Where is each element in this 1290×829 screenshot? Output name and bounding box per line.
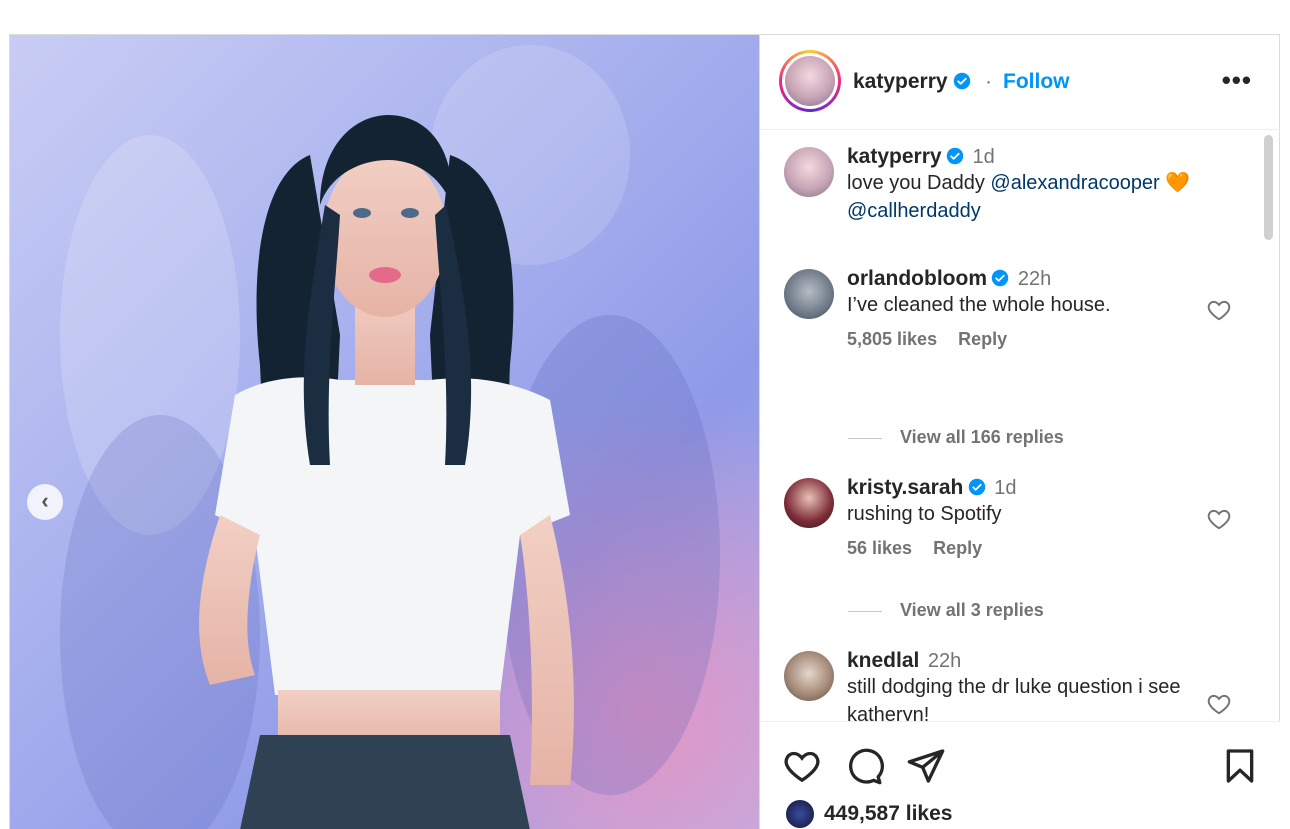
post-frame: ‹ katyperry · Follow ••• katyperry 1d lo…: [9, 34, 1280, 829]
comment-username[interactable]: orlandobloom: [847, 267, 987, 290]
author-username[interactable]: katyperry: [853, 70, 948, 93]
view-replies-button[interactable]: View all 3 replies: [848, 600, 1044, 621]
comments-list[interactable]: katyperry 1d love you Daddy @alexandraco…: [760, 131, 1280, 721]
post-header: katyperry · Follow •••: [760, 35, 1280, 130]
avatar[interactable]: [784, 478, 834, 528]
divider-line: [848, 437, 882, 439]
more-options-icon[interactable]: •••: [1222, 65, 1252, 96]
comment-likes[interactable]: 5,805 likes: [847, 329, 937, 349]
heart-icon[interactable]: [1206, 297, 1232, 323]
previous-slide-button[interactable]: ‹: [27, 484, 63, 520]
comment-likes[interactable]: 56 likes: [847, 538, 912, 558]
likes-count[interactable]: 449,587 likes: [824, 802, 952, 826]
comment-text: still dodging the dr luke question i see…: [847, 676, 1181, 721]
verified-badge-icon: [968, 478, 986, 496]
verified-badge-icon: [992, 269, 1009, 287]
comment-text: I’ve cleaned the whole house.: [847, 294, 1111, 316]
post-sidebar: katyperry · Follow ••• katyperry 1d love…: [759, 35, 1280, 829]
view-replies-button[interactable]: View all 166 replies: [848, 427, 1064, 448]
avatar[interactable]: [784, 651, 834, 701]
view-replies-label[interactable]: View all 166 replies: [900, 427, 1064, 447]
caption-username[interactable]: katyperry: [847, 145, 942, 168]
bookmark-icon[interactable]: [1220, 746, 1260, 786]
comment-username[interactable]: knedlal: [847, 649, 919, 672]
photo-illustration: [10, 35, 759, 829]
follow-button[interactable]: Follow: [1003, 70, 1070, 94]
author-username-link[interactable]: katyperry: [853, 70, 971, 94]
likes-row[interactable]: 449,587 likes: [784, 798, 952, 829]
reply-button[interactable]: Reply: [958, 329, 1007, 349]
mention-link[interactable]: @callherdaddy: [847, 200, 981, 222]
comment-time[interactable]: 22h: [928, 650, 961, 672]
avatar[interactable]: [784, 147, 834, 197]
separator-dot: ·: [985, 70, 992, 93]
divider-line: [848, 610, 882, 612]
comment-icon[interactable]: [844, 746, 884, 786]
author-avatar[interactable]: [779, 50, 841, 112]
reply-button[interactable]: Reply: [933, 538, 982, 558]
post-actions: 449,587 likes: [760, 721, 1280, 829]
comment-time[interactable]: 22h: [1018, 268, 1051, 290]
liker-avatar[interactable]: [784, 798, 816, 829]
comments-scrollbar[interactable]: [1264, 135, 1273, 240]
heart-icon[interactable]: [1206, 691, 1232, 717]
avatar[interactable]: [784, 269, 834, 319]
comment-username[interactable]: kristy.sarah: [847, 476, 963, 499]
heart-icon[interactable]: [1206, 506, 1232, 532]
caption-time[interactable]: 1d: [972, 146, 994, 168]
orange-heart-emoji: 🧡: [1165, 172, 1191, 194]
comment-time[interactable]: 1d: [994, 477, 1016, 499]
mention-link[interactable]: @alexandracooper: [990, 172, 1159, 194]
caption-text-body: love you Daddy: [847, 172, 991, 194]
view-replies-label[interactable]: View all 3 replies: [900, 600, 1044, 620]
caption-text: love you Daddy @alexandracooper 🧡 @callh…: [847, 169, 1207, 225]
heart-icon[interactable]: [782, 746, 822, 786]
chevron-left-icon: ‹: [41, 488, 49, 513]
share-icon[interactable]: [906, 746, 946, 786]
comment-text: rushing to Spotify: [847, 503, 1002, 525]
verified-badge-icon: [954, 72, 971, 90]
verified-badge-icon: [946, 147, 964, 165]
post-photo[interactable]: ‹: [10, 35, 759, 829]
